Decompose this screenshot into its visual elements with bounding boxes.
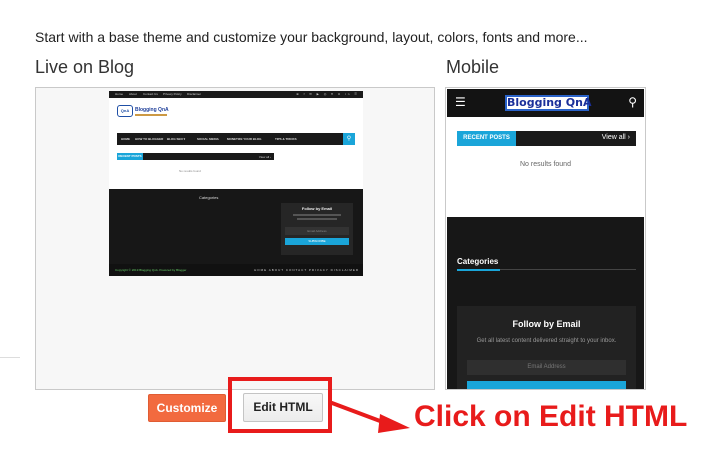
annotation-text: Click on Edit HTML	[414, 400, 688, 433]
live-on-blog-title: Live on Blog	[35, 57, 135, 77]
mobile-footer: Categories Follow by Email Get all lates…	[447, 217, 644, 389]
preview-nav-item: HOME	[121, 137, 130, 141]
follow-title: Follow by Email	[301, 206, 333, 211]
preview-footer: Categories Follow by Email Email Address…	[109, 189, 363, 276]
intro-text: Start with a base theme and customize yo…	[35, 29, 588, 45]
mobile-preview[interactable]: ☰ Blogging QnA ⚲ RECENT POSTS View all ›…	[445, 87, 646, 390]
preview-nav-item: SOCIAL MEDIA	[197, 137, 219, 141]
copyright-text: Copyright © 2019 Blogging QnA. Powered b…	[115, 268, 187, 272]
preview-search-icon: ⚲	[343, 133, 355, 145]
search-icon: ⚲	[628, 95, 637, 109]
mobile-brand-logo: Blogging QnA	[505, 95, 592, 111]
categories-heading: Categories	[199, 195, 219, 200]
preview-nav: HOME HOW TO BLOGGER BLOG SEO ▾ SOCIAL ME…	[117, 133, 355, 145]
preview-bottom-bar: Copyright © 2019 Blogging QnA. Powered b…	[109, 264, 363, 276]
categories-underline	[457, 269, 500, 271]
logo-badge: QnA	[117, 105, 133, 117]
email-input: Email Address	[285, 227, 349, 235]
logo-text: Blogging QnA	[135, 107, 169, 113]
preview-top-link: About	[129, 92, 137, 96]
follow-description: Get all latest content delivered straigh…	[476, 338, 617, 344]
customize-button[interactable]: Customize	[148, 394, 226, 422]
no-results-text: No results found	[179, 169, 201, 173]
follow-desc-line	[293, 214, 341, 216]
highlight-box	[228, 377, 332, 433]
desktop-preview-page: Home About Contact Us Privacy Policy Dis…	[109, 91, 363, 276]
follow-title: Follow by Email	[512, 319, 581, 329]
subscribe-button: SUBSCRIBE	[285, 238, 349, 245]
preview-top-link: Privacy Policy	[163, 92, 182, 96]
mobile-recent-posts-header: RECENT POSTS View all ›	[457, 131, 636, 146]
desktop-preview[interactable]: Home About Contact Us Privacy Policy Dis…	[35, 87, 435, 390]
divider	[0, 357, 20, 358]
preview-nav-item: BLOG SEO ▾	[167, 137, 186, 141]
preview-recent-posts-header: RECENT POSTS View all ›	[117, 153, 274, 160]
footer-links: HOME ABOUT CONTACT PRIVACY DISCLAIMER	[254, 268, 359, 272]
preview-topbar: Home About Contact Us Privacy Policy Dis…	[109, 91, 363, 98]
preview-nav-item: TIPS & TRICKS	[275, 137, 297, 141]
recent-posts-tag: RECENT POSTS	[457, 131, 516, 146]
mobile-preview-page: ☰ Blogging QnA ⚲ RECENT POSTS View all ›…	[447, 89, 644, 389]
email-input: Email Address	[467, 360, 626, 375]
preview-top-link: Home	[115, 92, 124, 96]
view-all-link: View all ›	[601, 134, 630, 141]
subscribe-button	[467, 381, 626, 389]
recent-posts-tag: RECENT POSTS	[117, 153, 143, 160]
follow-desc-line	[297, 218, 337, 220]
categories-heading: Categories	[457, 257, 499, 266]
no-results-text: No results found	[520, 161, 571, 168]
social-icons: ⊕ f ✉ ▶ ◎ ♥ ⊙ in ☰	[296, 92, 359, 96]
logo-underline	[135, 114, 167, 116]
mobile-title: Mobile	[446, 57, 500, 77]
mobile-header-bar: ☰ Blogging QnA ⚲	[447, 89, 644, 117]
follow-by-email-widget: Follow by Email Email Address SUBSCRIBE	[281, 203, 353, 255]
view-all-link: View all ›	[258, 155, 271, 159]
follow-by-email-widget: Follow by Email Get all latest content d…	[457, 306, 636, 389]
preview-top-link: Disclaimer	[187, 92, 202, 96]
menu-icon: ☰	[455, 95, 466, 109]
annotation-arrow-icon	[330, 401, 410, 433]
preview-nav-item: MONETIZE YOUR BLOG	[227, 137, 262, 141]
preview-nav-item: HOW TO BLOGGER	[135, 137, 164, 141]
preview-top-link: Contact Us	[143, 92, 158, 96]
